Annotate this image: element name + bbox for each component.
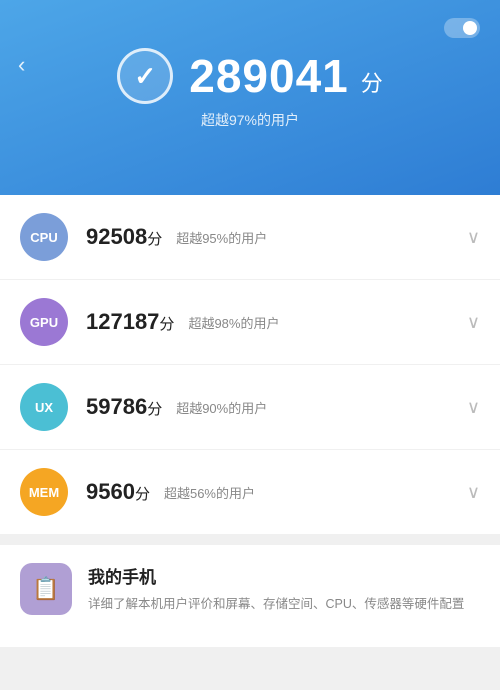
score-item-ux[interactable]: UX 59786分 超越90%的用户 ∨ — [0, 365, 500, 450]
chevron-cpu-icon: ∨ — [467, 227, 480, 248]
card-title: 我的手机 — [88, 563, 480, 588]
item-desc-mem: 超越56%的用户 — [164, 483, 255, 502]
item-main-mem: 9560分 超越56%的用户 — [86, 479, 449, 505]
check-icon: ✓ — [134, 61, 156, 92]
score-list: CPU 92508分 超越95%的用户 ∨ GPU 127187分 超越98%的… — [0, 195, 500, 535]
badge-ux: UX — [20, 383, 68, 431]
card-text-wrap: 我的手机 详细了解本机用户评价和屏幕、存储空间、CPU、传感器等硬件配置 — [88, 563, 480, 614]
bottom-card[interactable]: 📋 我的手机 详细了解本机用户评价和屏幕、存储空间、CPU、传感器等硬件配置 — [0, 545, 500, 647]
header-section: ‹ ✓ 289041 分 超越97%的用户 — [0, 0, 500, 195]
chevron-ux-icon: ∨ — [467, 397, 480, 418]
phone-icon-wrap: 📋 — [20, 563, 72, 615]
check-circle: ✓ — [117, 48, 173, 104]
score-subtitle: 超越97%的用户 — [201, 110, 299, 130]
item-desc-cpu: 超越95%的用户 — [176, 228, 267, 247]
score-item-gpu[interactable]: GPU 127187分 超越98%的用户 ∨ — [0, 280, 500, 365]
item-score-cpu: 92508分 — [86, 224, 162, 250]
item-main-gpu: 127187分 超越98%的用户 — [86, 309, 449, 335]
phone-icon: 📋 — [32, 576, 59, 602]
badge-gpu: GPU — [20, 298, 68, 346]
back-button[interactable]: ‹ — [18, 52, 25, 78]
card-desc: 详细了解本机用户评价和屏幕、存储空间、CPU、传感器等硬件配置 — [88, 594, 480, 614]
score-item-mem[interactable]: MEM 9560分 超越56%的用户 ∨ — [0, 450, 500, 535]
score-item-cpu[interactable]: CPU 92508分 超越95%的用户 ∨ — [0, 195, 500, 280]
item-desc-ux: 超越90%的用户 — [176, 398, 267, 417]
score-area: ✓ 289041 分 超越97%的用户 — [20, 48, 480, 130]
item-score-mem: 9560分 — [86, 479, 150, 505]
total-score: 289041 — [189, 49, 349, 103]
score-row: ✓ 289041 分 — [117, 48, 383, 104]
item-score-gpu: 127187分 — [86, 309, 174, 335]
header-top-bar — [20, 18, 480, 38]
item-main-ux: 59786分 超越90%的用户 — [86, 394, 449, 420]
item-score-ux: 59786分 — [86, 394, 162, 420]
item-main-cpu: 92508分 超越95%的用户 — [86, 224, 449, 250]
item-desc-gpu: 超越98%的用户 — [188, 313, 279, 332]
badge-cpu: CPU — [20, 213, 68, 261]
score-unit: 分 — [361, 66, 383, 104]
chevron-gpu-icon: ∨ — [467, 312, 480, 333]
badge-mem: MEM — [20, 468, 68, 516]
chevron-mem-icon: ∨ — [467, 482, 480, 503]
toggle-switch[interactable] — [444, 18, 480, 38]
